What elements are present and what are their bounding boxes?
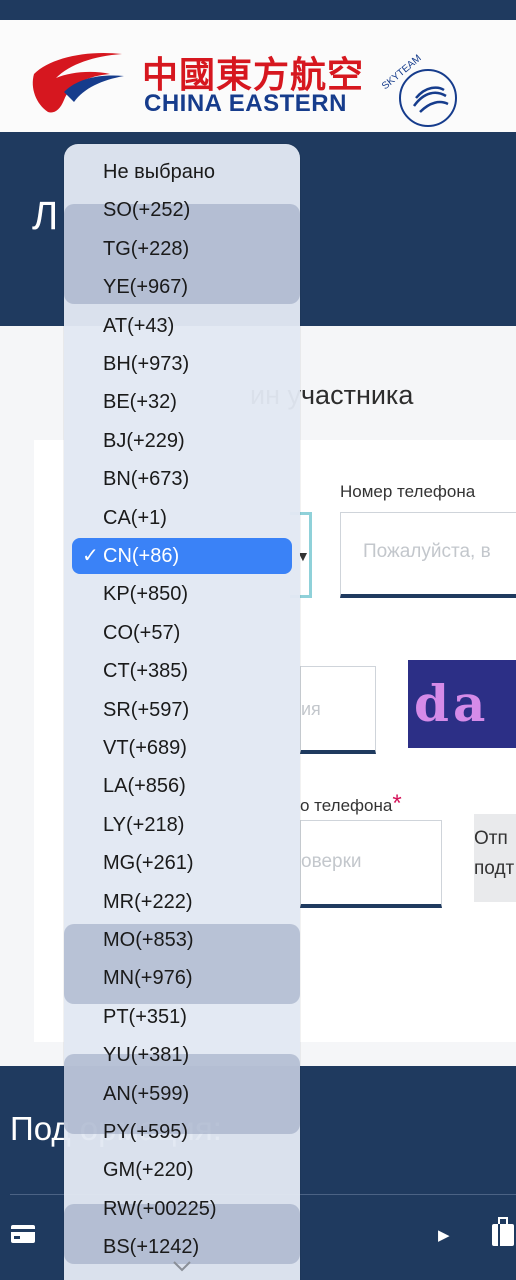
phone-input[interactable]: Пожалуйста, в [340, 512, 516, 598]
dropdown-option-label: AT(+43) [103, 314, 175, 337]
captcha-image[interactable]: da [408, 660, 516, 748]
chevron-down-icon[interactable] [172, 1260, 192, 1272]
dropdown-option[interactable]: BJ(+229) [72, 423, 292, 459]
dropdown-option[interactable]: YU(+381) [72, 1037, 292, 1073]
dropdown-option-label: CT(+385) [103, 660, 189, 683]
skyteam-logo-icon: SKYTEAM [380, 53, 457, 127]
dropdown-option-label: VT(+689) [103, 737, 187, 759]
dropdown-option-label: GM(+220) [103, 1159, 194, 1182]
dropdown-option-label: BH(+973) [103, 353, 190, 375]
dropdown-option-none[interactable]: Не выбрано [72, 154, 292, 190]
page-title: Л [32, 194, 59, 238]
phone-label: Номер телефона [340, 482, 476, 501]
dropdown-option-label: BS(+1242) [103, 1236, 200, 1259]
dropdown-option-label: MR(+222) [103, 890, 193, 913]
dropdown-option-label: CN(+86) [103, 545, 180, 567]
luggage-icon[interactable] [490, 1216, 516, 1248]
dropdown-option[interactable]: AT(+43) [72, 308, 292, 344]
dropdown-option[interactable]: CO(+57) [72, 615, 292, 651]
credit-card-icon[interactable] [10, 1224, 36, 1244]
dropdown-option-label: Не выбрано [103, 161, 215, 183]
china-eastern-logo-icon[interactable] [30, 44, 126, 116]
dropdown-option[interactable]: BN(+673) [72, 461, 292, 497]
dropdown-option[interactable]: MG(+261) [72, 845, 292, 881]
sms-code-label: о телефона* [300, 790, 402, 818]
dropdown-option-label: SO(+252) [103, 199, 191, 222]
dropdown-option-label: PY(+595) [103, 1121, 189, 1143]
logo-english-name: CHINA EASTERN [144, 90, 347, 117]
dropdown-option-label: CA(+1) [103, 506, 167, 529]
dropdown-option-label: LY(+218) [103, 813, 185, 836]
dropdown-option[interactable]: PY(+595) [72, 1114, 292, 1150]
dropdown-option-label: CO(+57) [103, 621, 181, 644]
dropdown-option[interactable]: LA(+856) [72, 768, 292, 804]
captcha-text: da [414, 674, 490, 733]
dropdown-option[interactable]: MO(+853) [72, 922, 292, 958]
dropdown-option-label: PT(+351) [103, 1005, 187, 1028]
dropdown-option-label: AN(+599) [103, 1082, 190, 1105]
dropdown-option[interactable]: LY(+218) [72, 807, 292, 843]
country-code-dropdown[interactable]: Не выбрано SO(+252) TG(+228) YE(+967) AT(+43… [64, 144, 300, 1280]
dropdown-option-label: TG(+228) [103, 237, 190, 260]
sms-label-text: о телефона [300, 796, 393, 815]
dropdown-option[interactable]: KP(+850) [72, 576, 292, 612]
dropdown-option[interactable]: YE(+967) [72, 269, 292, 305]
header: 中國東方航空 CHINA EASTERN SKYTEAM [0, 20, 516, 132]
dropdown-option-label: MO(+853) [103, 929, 194, 951]
dropdown-option-label: SR(+597) [103, 698, 190, 721]
dropdown-option[interactable]: MR(+222) [72, 884, 292, 920]
dropdown-option-label: LA(+856) [103, 775, 186, 798]
dropdown-option-label: BJ(+229) [103, 429, 185, 452]
dropdown-option[interactable]: BE(+32) [72, 384, 292, 420]
dropdown-option[interactable]: GM(+220) [72, 1152, 292, 1188]
checkmark-icon: ✓ [82, 545, 99, 567]
dropdown-option-label: RW(+00225) [103, 1197, 217, 1220]
send-code-button[interactable]: Отп подт [474, 814, 516, 902]
dropdown-option-label: BN(+673) [103, 468, 190, 491]
dropdown-option-label: KP(+850) [103, 583, 189, 606]
dropdown-option[interactable]: SR(+597) [72, 692, 292, 728]
play-icon[interactable]: ▶ [438, 1226, 450, 1244]
status-strip [0, 0, 516, 20]
dropdown-option[interactable]: CT(+385) [72, 653, 292, 689]
required-star: * [392, 790, 402, 817]
dropdown-option-label: YU(+381) [103, 1044, 190, 1067]
dropdown-option[interactable]: BH(+973) [72, 346, 292, 382]
sms-code-input[interactable]: оверки [300, 820, 442, 908]
dropdown-option[interactable]: SO(+252) [72, 192, 292, 228]
dropdown-option[interactable]: RW(+00225) [72, 1191, 292, 1227]
dropdown-option-label: BE(+32) [103, 391, 177, 414]
captcha-input[interactable]: ия [300, 666, 376, 754]
dropdown-option[interactable]: TG(+228) [72, 231, 292, 267]
dropdown-option[interactable]: MN(+976) [72, 960, 292, 996]
dropdown-option[interactable]: AN(+599) [72, 1076, 292, 1112]
dropdown-option[interactable]: PT(+351) [72, 999, 292, 1035]
dropdown-option[interactable]: ✓ CN(+86) [72, 538, 292, 574]
dropdown-option-label: YE(+967) [103, 276, 189, 299]
dropdown-option[interactable]: VT(+689) [72, 730, 292, 766]
dropdown-option[interactable]: CA(+1) [72, 500, 292, 536]
dropdown-option-label: MG(+261) [103, 852, 194, 875]
dropdown-option-label: MN(+976) [103, 967, 193, 990]
